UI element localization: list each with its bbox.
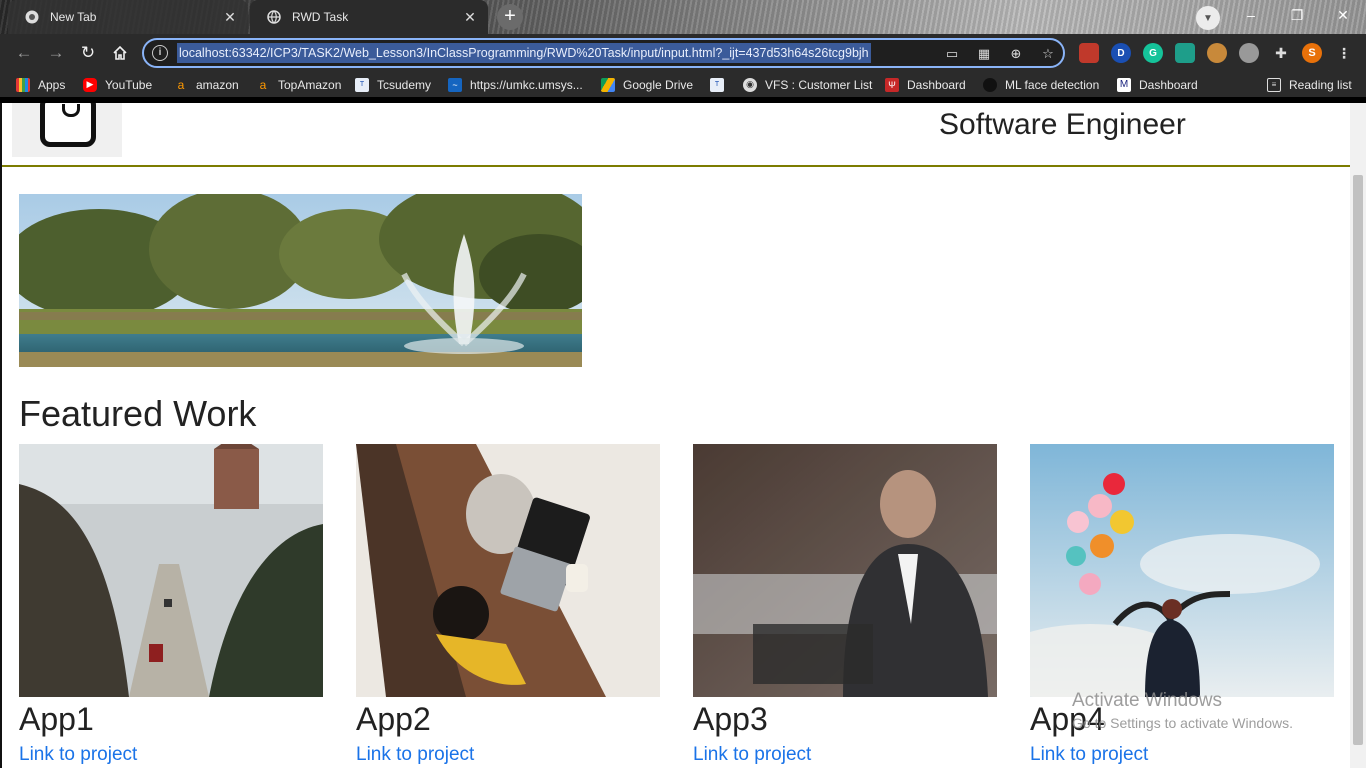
tab-close-icon[interactable]: ✕ xyxy=(462,9,478,26)
bookmark-label: TopAmazon xyxy=(278,77,342,92)
bookmark-amazon[interactable]: a amazon xyxy=(174,72,239,97)
project-link[interactable]: Link to project xyxy=(356,744,474,766)
tata-icon: T xyxy=(355,77,369,92)
windows-activation-subtext: Go to Settings to activate Windows. xyxy=(1072,715,1293,731)
logo xyxy=(12,103,122,157)
page-viewport: Software Engineer Featured Work App1 Lin… xyxy=(0,103,1350,768)
scrollbar-thumb[interactable] xyxy=(1353,175,1363,745)
close-window-button[interactable]: ✕ xyxy=(1320,0,1366,30)
tata-icon: T xyxy=(710,77,724,92)
reading-list[interactable]: ≡ Reading list xyxy=(1267,72,1352,97)
project-name: App3 xyxy=(693,701,768,737)
hero-image xyxy=(19,194,582,367)
youtube-icon: ▶ xyxy=(83,77,97,92)
bookmarks-bar: Apps ▶ YouTube a amazon a TopAmazon T Tc… xyxy=(0,72,1366,97)
bookmark-label: amazon xyxy=(196,77,239,92)
address-bar[interactable]: i localhost:63342/ICP3/TASK2/Web_Lesson3… xyxy=(142,38,1065,68)
grammarly-icon[interactable]: G xyxy=(1143,43,1163,63)
project-link[interactable]: Link to project xyxy=(693,744,811,766)
bookmark-dashboard-1[interactable]: Ψ Dashboard xyxy=(885,72,966,97)
extension-d-icon[interactable]: D xyxy=(1111,43,1131,63)
bookmark-dashboard-2[interactable]: M Dashboard xyxy=(1117,72,1198,97)
bookmark-label: YouTube xyxy=(105,77,153,92)
bookmark-label: Google Drive xyxy=(623,77,694,92)
extensions-puzzle-icon[interactable]: ✚ xyxy=(1271,43,1291,63)
zoom-icon[interactable]: ⊕ xyxy=(1006,44,1026,64)
amazon-icon: a xyxy=(259,77,267,92)
amazon-icon: a xyxy=(177,77,185,92)
bookmark-topamazon[interactable]: a TopAmazon xyxy=(256,72,342,97)
project-link[interactable]: Link to project xyxy=(19,744,137,766)
minimize-button[interactable]: – xyxy=(1228,0,1274,30)
extension-gray-icon[interactable] xyxy=(1239,43,1259,63)
featured-work-heading: Featured Work xyxy=(19,393,257,434)
chrome-icon xyxy=(24,9,40,25)
reload-icon[interactable]: ↻ xyxy=(76,41,100,65)
tab-title: New Tab xyxy=(50,10,97,24)
bookmark-label: Dashboard xyxy=(907,77,966,92)
browser-toolbar: ← → ↻ i localhost:63342/ICP3/TASK2/Web_L… xyxy=(0,34,1366,72)
bookmark-youtube[interactable]: ▶ YouTube xyxy=(83,72,152,97)
cast-icon[interactable]: ▭ xyxy=(942,44,962,64)
tab-search-icon[interactable]: ▼ xyxy=(1196,6,1220,30)
reading-list-label: Reading list xyxy=(1289,77,1352,92)
project-image xyxy=(693,444,997,697)
tab-rwd-task[interactable]: RWD Task ✕ xyxy=(250,0,488,34)
tab-close-icon[interactable]: ✕ xyxy=(222,9,238,26)
profile-avatar[interactable]: S xyxy=(1302,43,1322,63)
google-drive-icon xyxy=(601,77,615,92)
project-image xyxy=(1030,444,1334,697)
apps-grid-icon xyxy=(16,77,30,92)
tab-title: RWD Task xyxy=(292,10,349,24)
bookmark-apps[interactable]: Apps xyxy=(16,72,65,97)
project-card: App3 Link to project xyxy=(693,444,997,766)
dashboard-red-icon: Ψ xyxy=(885,77,899,92)
reading-list-icon: ≡ xyxy=(1267,77,1281,92)
bookmark-ml-face-detection[interactable]: ML face detection xyxy=(983,72,1099,97)
extension-book-icon[interactable] xyxy=(1079,43,1099,63)
qr-code-icon[interactable]: ▦ xyxy=(974,44,994,64)
new-tab-button[interactable]: + xyxy=(497,4,523,30)
dashboard-icon: M xyxy=(1117,77,1131,92)
bookmark-label: ML face detection xyxy=(1005,77,1100,92)
maximize-button[interactable]: ❐ xyxy=(1274,0,1320,30)
bookmark-vfs[interactable]: ◉ VFS : Customer List xyxy=(743,72,872,97)
project-name: App1 xyxy=(19,701,94,737)
page-title: Software Engineer xyxy=(939,108,1186,141)
project-image xyxy=(19,444,323,697)
bookmark-label: https://umkc.umsys... xyxy=(470,77,583,92)
windows-activation-watermark: Activate Windows xyxy=(1072,690,1222,711)
globe-icon xyxy=(266,9,282,25)
bookmark-google-drive[interactable]: Google Drive xyxy=(601,72,693,97)
page-scrollbar[interactable] xyxy=(1350,103,1366,768)
menu-kebab-icon[interactable]: ⋮ xyxy=(1334,43,1354,63)
project-name: App2 xyxy=(356,701,431,737)
bag-logo-icon xyxy=(40,103,96,147)
globe-icon: ◉ xyxy=(743,77,757,92)
back-arrow-icon[interactable]: ← xyxy=(12,41,36,65)
site-info-icon[interactable]: i xyxy=(152,45,168,61)
header-divider xyxy=(2,165,1350,167)
project-link[interactable]: Link to project xyxy=(1030,744,1148,766)
forward-arrow-icon[interactable]: → xyxy=(44,41,68,65)
bookmark-tcsudemy[interactable]: T Tcsudemy xyxy=(355,72,431,97)
bookmark-star-icon[interactable]: ☆ xyxy=(1038,44,1058,64)
bookmark-tata[interactable]: T xyxy=(710,72,732,97)
tab-new-tab[interactable]: New Tab ✕ xyxy=(8,0,248,34)
project-image xyxy=(356,444,660,697)
bookmark-label: Tcsudemy xyxy=(377,77,432,92)
tab-strip: New Tab ✕ RWD Task ✕ + ▼ – ❐ ✕ xyxy=(0,0,1366,34)
project-card: App2 Link to project xyxy=(356,444,660,766)
home-icon[interactable] xyxy=(108,41,132,65)
bookmark-label: Apps xyxy=(38,77,66,92)
bookmark-umkc[interactable]: ~ https://umkc.umsys... xyxy=(448,72,583,97)
url-text[interactable]: localhost:63342/ICP3/TASK2/Web_Lesson3/I… xyxy=(177,43,871,63)
bookmark-label: VFS : Customer List xyxy=(765,77,873,92)
github-icon xyxy=(983,77,997,92)
bookmark-label: Dashboard xyxy=(1139,77,1198,92)
umkc-icon: ~ xyxy=(448,77,462,92)
project-card: App1 Link to project xyxy=(19,444,323,766)
extension-feedly-icon[interactable] xyxy=(1175,43,1195,63)
cookie-icon[interactable] xyxy=(1207,43,1227,63)
